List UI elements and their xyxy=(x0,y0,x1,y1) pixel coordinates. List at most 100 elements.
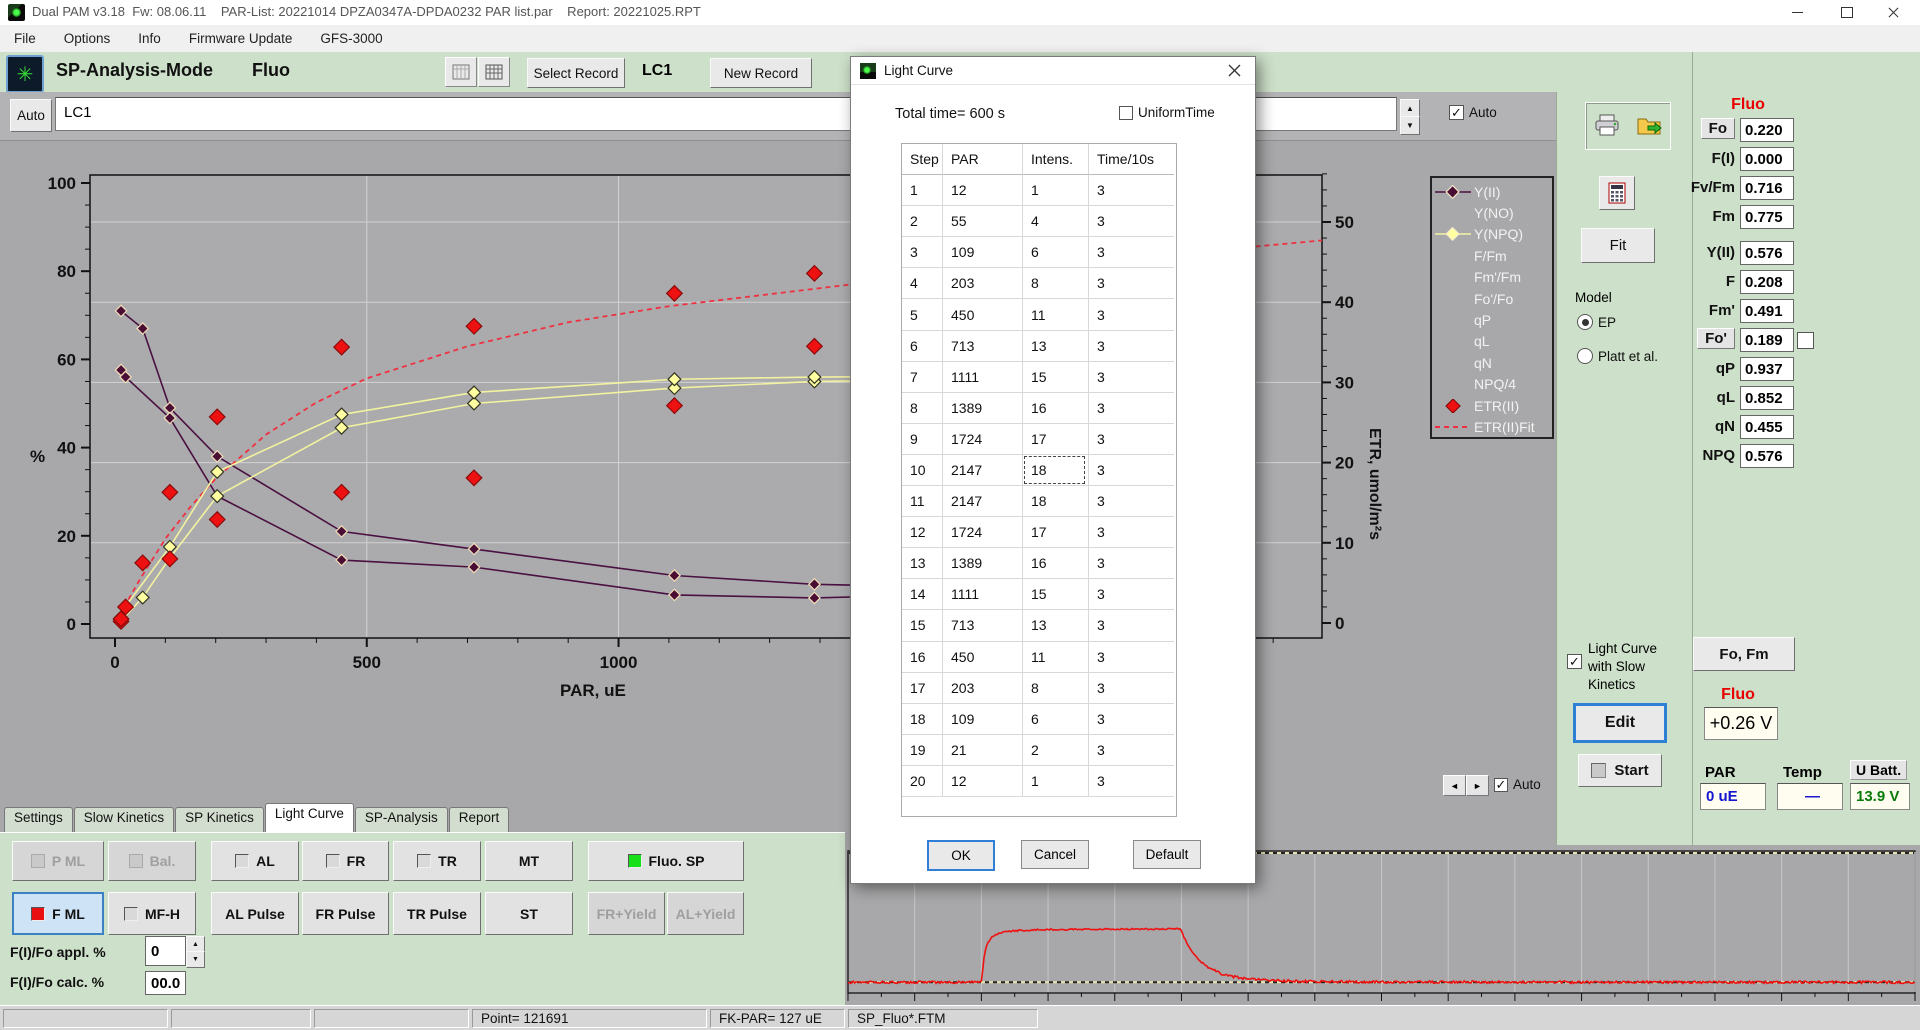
auto-checkbox[interactable]: ✓Auto xyxy=(1449,105,1497,120)
table-cell[interactable]: 1724 xyxy=(943,424,1023,455)
auto-button[interactable]: Auto xyxy=(10,99,52,132)
table-cell[interactable]: 713 xyxy=(943,610,1023,641)
fo-prime-checkbox[interactable] xyxy=(1797,332,1814,349)
auto-scale-checkbox[interactable]: ✓Auto xyxy=(1494,777,1541,792)
table-cell[interactable]: 3 xyxy=(1089,766,1174,797)
default-button[interactable]: Default xyxy=(1133,840,1201,869)
table-cell[interactable]: 203 xyxy=(943,268,1023,299)
dialog-title-bar[interactable]: Light Curve xyxy=(851,57,1255,85)
table-cell[interactable]: 3 xyxy=(1089,642,1174,673)
table-cell[interactable]: 15 xyxy=(1023,579,1089,610)
table-cell[interactable]: 2 xyxy=(1023,735,1089,766)
table-cell[interactable]: 15 xyxy=(902,610,943,641)
table-cell[interactable]: 3 xyxy=(1089,735,1174,766)
control-button-al[interactable]: AL xyxy=(211,841,299,881)
table-cell[interactable]: 3 xyxy=(1089,393,1174,424)
table-cell[interactable]: 3 xyxy=(1089,268,1174,299)
control-button-fr-yield[interactable]: FR+Yield xyxy=(588,892,665,935)
table-cell[interactable]: 3 xyxy=(1089,704,1174,735)
table-cell[interactable]: 203 xyxy=(943,673,1023,704)
control-button-st[interactable]: ST xyxy=(485,892,573,935)
menu-item-options[interactable]: Options xyxy=(50,25,125,52)
uniform-time-checkbox[interactable]: UniformTime xyxy=(1119,105,1215,120)
table-cell[interactable]: 1 xyxy=(1023,175,1089,206)
control-button-al-yield[interactable]: AL+Yield xyxy=(667,892,744,935)
table-cell[interactable]: 18 xyxy=(1023,455,1089,486)
table-cell[interactable]: 11 xyxy=(1023,299,1089,330)
table-cell[interactable]: 13 xyxy=(1023,610,1089,641)
table-cell[interactable]: 4 xyxy=(902,268,943,299)
control-button-bal-[interactable]: Bal. xyxy=(108,841,196,881)
model-radio-ep[interactable]: EP xyxy=(1577,314,1616,330)
legend-item-fofo[interactable]: Fo'/Fo xyxy=(1432,288,1552,309)
control-button-fr[interactable]: FR xyxy=(302,841,389,881)
table-cell[interactable]: 2147 xyxy=(943,455,1023,486)
table-cell[interactable]: 5 xyxy=(902,299,943,330)
table-cell[interactable]: 21 xyxy=(943,735,1023,766)
table-cell[interactable]: 8 xyxy=(902,393,943,424)
edit-button[interactable]: Edit xyxy=(1574,704,1666,742)
table-cell[interactable]: 450 xyxy=(943,642,1023,673)
table-cell[interactable]: 14 xyxy=(902,579,943,610)
table-cell[interactable]: 1389 xyxy=(943,393,1023,424)
table-cell[interactable]: 9 xyxy=(902,424,943,455)
legend-item-qn[interactable]: qN xyxy=(1432,352,1552,373)
table-cell[interactable]: 3 xyxy=(1089,362,1174,393)
grid-view-icon[interactable] xyxy=(445,57,477,87)
table-cell[interactable]: 3 xyxy=(1089,455,1174,486)
table-cell[interactable]: 17 xyxy=(1023,424,1089,455)
table-cell[interactable]: 713 xyxy=(943,331,1023,362)
table-cell[interactable]: 16 xyxy=(1023,548,1089,579)
table-cell[interactable]: 12 xyxy=(902,517,943,548)
record-prev-arrow-icon[interactable]: ◄ xyxy=(1443,775,1466,796)
table-cell[interactable]: 3 xyxy=(1089,424,1174,455)
start-button[interactable]: Start xyxy=(1578,754,1662,787)
table-cell[interactable]: 3 xyxy=(1089,673,1174,704)
table-cell[interactable]: 3 xyxy=(1089,548,1174,579)
legend-item-ql[interactable]: qL xyxy=(1432,331,1552,352)
tab-sp-analysis[interactable]: SP-Analysis xyxy=(355,807,448,832)
table-cell[interactable]: 3 xyxy=(1089,175,1174,206)
menu-item-firmware-update[interactable]: Firmware Update xyxy=(175,25,307,52)
tab-sp-kinetics[interactable]: SP Kinetics xyxy=(175,807,264,832)
table-cell[interactable]: 11 xyxy=(1023,642,1089,673)
table-cell[interactable]: 1 xyxy=(902,175,943,206)
table-cell[interactable]: 19 xyxy=(902,735,943,766)
table-cell[interactable]: 3 xyxy=(1089,299,1174,330)
legend-item-qp[interactable]: qP xyxy=(1432,309,1552,330)
select-record-button[interactable]: Select Record xyxy=(527,58,625,88)
control-button-tr[interactable]: TR xyxy=(393,841,481,881)
menu-item-info[interactable]: Info xyxy=(124,25,175,52)
new-record-button[interactable]: New Record xyxy=(710,58,812,88)
tab-slow-kinetics[interactable]: Slow Kinetics xyxy=(74,807,174,832)
table-cell[interactable]: 6 xyxy=(1023,237,1089,268)
table-cell[interactable]: 13 xyxy=(1023,331,1089,362)
legend-item-yno[interactable]: Y(NO) xyxy=(1432,202,1552,223)
table-cell[interactable]: 3 xyxy=(1089,517,1174,548)
record-spinner-down-icon[interactable]: ▼ xyxy=(1400,116,1420,135)
table-cell[interactable]: 109 xyxy=(943,237,1023,268)
table-cell[interactable]: 1111 xyxy=(943,362,1023,393)
calculator-icon[interactable] xyxy=(1599,176,1635,210)
control-button-tr-pulse[interactable]: TR Pulse xyxy=(393,892,481,935)
table-cell[interactable]: 20 xyxy=(902,766,943,797)
table-cell[interactable]: 18 xyxy=(1023,486,1089,517)
close-button[interactable] xyxy=(1870,0,1916,25)
tab-report[interactable]: Report xyxy=(449,807,510,832)
table-cell[interactable]: 12 xyxy=(943,766,1023,797)
legend-item-npq4[interactable]: NPQ/4 xyxy=(1432,374,1552,395)
legend-item-fmfm[interactable]: Fm'/Fm xyxy=(1432,267,1552,288)
table-cell[interactable]: 16 xyxy=(902,642,943,673)
table-cell[interactable]: 17 xyxy=(902,673,943,704)
table-cell[interactable]: 6 xyxy=(902,331,943,362)
control-button-p-ml[interactable]: P ML xyxy=(12,841,104,881)
calc-value-field[interactable]: 00.0 xyxy=(145,971,186,995)
control-button-f-ml[interactable]: F ML xyxy=(12,892,104,935)
appl-spinner-down-icon[interactable]: ▼ xyxy=(186,951,205,968)
table-cell[interactable]: 3 xyxy=(1089,610,1174,641)
table-cell[interactable]: 6 xyxy=(1023,704,1089,735)
table-cell[interactable]: 8 xyxy=(1023,268,1089,299)
cancel-button[interactable]: Cancel xyxy=(1021,840,1089,869)
table-cell[interactable]: 18 xyxy=(902,704,943,735)
control-button-fr-pulse[interactable]: FR Pulse xyxy=(302,892,389,935)
